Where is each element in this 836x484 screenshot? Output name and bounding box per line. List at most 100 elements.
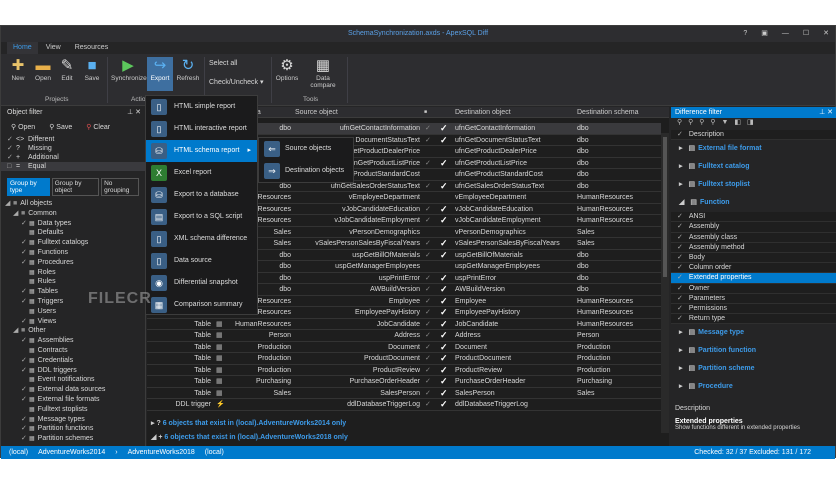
checkbox[interactable]: ✓ — [21, 336, 29, 346]
table-row[interactable]: DDL trigger ⚡ ddlDatabaseTriggerLog ✓ ✓ ddlDa… — [147, 399, 661, 411]
group-by-type-button[interactable]: Group by type — [7, 178, 50, 196]
checkbox[interactable]: ✓ — [21, 258, 29, 268]
menu-item-html-schema-report[interactable]: ⛁ HTML schema report ▸ — [146, 140, 257, 162]
menu-item-excel-report[interactable]: X Excel report — [146, 162, 257, 184]
row-diff-check[interactable]: ✓ — [425, 388, 431, 399]
checkbox[interactable]: ✓ — [677, 264, 683, 271]
tree-node[interactable]: ✓ ▦ Assemblies — [5, 336, 145, 346]
table-row[interactable]: Table ▦ Person Address ✓ ✓ Address Person — [147, 330, 661, 342]
menu-item-html-simple-report[interactable]: ▯ HTML simple report — [146, 96, 257, 118]
menu-item-export-to-a-database[interactable]: ⛁ Export to a database — [146, 184, 257, 206]
group-row-destination-only[interactable]: ◢ + 6 objects that exist in (local).Adve… — [151, 431, 348, 444]
filter-item[interactable]: ✓ Extended properties — [671, 273, 836, 284]
checkbox[interactable]: ✓ — [7, 135, 16, 144]
filter-group[interactable]: ◢ ▤ Function — [671, 194, 836, 212]
filter-group[interactable]: ▸ ▤ Fulltext catalog — [671, 158, 836, 176]
col-check[interactable]: ■ — [424, 107, 427, 118]
tree-node[interactable]: ▦ Fulltext stoplists — [5, 405, 145, 415]
filter-save-button[interactable]: ⚲ Save — [49, 123, 72, 131]
row-sync-checkbox[interactable]: ✓ — [440, 250, 448, 261]
row-sync-checkbox[interactable]: ✓ — [440, 353, 448, 364]
tab-view[interactable]: View — [40, 42, 67, 54]
tree-node[interactable]: ✓ ▦ DDL triggers — [5, 366, 145, 376]
refresh-button[interactable]: ↻ Refresh — [175, 57, 201, 82]
export-button[interactable]: ↪ Export — [147, 57, 173, 91]
row-diff-check[interactable]: ✓ — [425, 238, 431, 249]
tree-node[interactable]: ✓ ▦ Partition schemes — [5, 434, 145, 444]
table-row[interactable]: Table ▦ Purchasing PurchaseOrderHeader ✓ ✓ Pur… — [147, 376, 661, 388]
synchronize-button[interactable]: ▶ Synchronize — [111, 57, 147, 82]
no-grouping-button[interactable]: No grouping — [101, 178, 139, 196]
tab-resources[interactable]: Resources — [69, 42, 114, 54]
row-sync-checkbox[interactable]: ✓ — [440, 238, 448, 249]
close-button[interactable]: ✕ — [823, 26, 829, 42]
filter-item[interactable]: ✓ ANSI — [671, 212, 836, 223]
filter-item[interactable]: ✓ Body — [671, 252, 836, 264]
checkbox[interactable]: ✓ — [677, 295, 683, 302]
filter-group[interactable]: ▸ ▤ Procedure — [671, 378, 836, 396]
layout-button[interactable]: ▣ — [761, 26, 768, 42]
checkbox[interactable]: ✓ — [21, 424, 29, 434]
checkbox[interactable]: ✓ — [21, 297, 29, 307]
pin-close-icons[interactable]: ⊥ ✕ — [819, 107, 833, 118]
checkbox[interactable]: ✓ — [677, 131, 683, 138]
filter-group[interactable]: ▸ ▤ Partition function — [671, 342, 836, 360]
tree-node[interactable]: ✓ ▦ External data sources — [5, 385, 145, 395]
tree-node[interactable]: ▦ Defaults — [5, 228, 145, 238]
row-diff-check[interactable]: ✓ — [425, 365, 431, 376]
checkbox[interactable]: ✓ — [21, 248, 29, 258]
checkbox[interactable]: ✓ — [21, 238, 29, 248]
row-diff-check[interactable]: ✓ — [425, 158, 431, 169]
row-sync-checkbox[interactable]: ✓ — [440, 123, 448, 134]
grid-scrollbar[interactable] — [661, 133, 669, 433]
row-sync-checkbox[interactable]: ✓ — [440, 135, 448, 146]
expand-icon[interactable]: ▸ — [679, 181, 683, 188]
tree-node[interactable]: ✓ ▦ Views — [5, 317, 145, 327]
group-by-object-button[interactable]: Group by object — [51, 178, 100, 196]
save-button[interactable]: ■ Save — [79, 57, 105, 82]
checkbox[interactable]: ✓ — [677, 274, 683, 281]
checkbox[interactable]: ✓ — [21, 395, 29, 405]
filter-open-button[interactable]: ⚲ Open — [11, 123, 35, 131]
table-row[interactable]: Table ▦ HumanResources JobCandidate ✓ ✓ JobCan… — [147, 319, 661, 330]
row-sync-checkbox[interactable]: ✓ — [440, 388, 448, 399]
filter-item[interactable]: ✓ Column order — [671, 263, 836, 274]
filter-item[interactable]: ✓ Return type — [671, 314, 836, 325]
expand-icon[interactable]: ▸ — [679, 347, 683, 354]
checkbox[interactable]: ✓ — [677, 223, 683, 230]
checkbox[interactable]: ✓ — [677, 305, 683, 312]
tree-node[interactable]: ▦ Event notifications — [5, 375, 145, 385]
menu-item-differential-snapshot[interactable]: ◉ Differential snapshot — [146, 272, 257, 294]
expand-icon[interactable]: ▸ — [679, 383, 683, 390]
tree-node[interactable]: ▦ Users — [5, 307, 145, 317]
checkbox[interactable]: ✓ — [21, 356, 29, 366]
col-destination-schema[interactable]: Destination schema — [577, 107, 638, 118]
checkbox[interactable]: ✓ — [21, 385, 29, 395]
filter-item[interactable]: ✓ Assembly — [671, 222, 836, 233]
status-filter-item[interactable]: □ = Equal — [1, 162, 145, 171]
tree-node[interactable]: ✓ ▦ External file formats — [5, 395, 145, 405]
row-diff-check[interactable]: ✓ — [425, 307, 431, 318]
checkbox[interactable]: ✓ — [21, 317, 29, 327]
menu-item-html-interactive-report[interactable]: ▯ HTML interactive report — [146, 118, 257, 140]
filter-group[interactable]: ▸ ▤ Fulltext stoplist — [671, 176, 836, 194]
minimize-button[interactable]: — — [782, 26, 789, 42]
data-compare-button[interactable]: ▦ Data compare — [303, 57, 343, 89]
tree-node[interactable]: ✓ ▦ Functions — [5, 248, 145, 258]
expand-icon[interactable]: ◢ — [5, 199, 13, 209]
tree-node[interactable]: ◢ ■ Common — [5, 209, 145, 219]
menu-item-xml-schema-difference[interactable]: ▯ XML schema difference — [146, 228, 257, 250]
status-filter-item[interactable]: ✓ <> Different — [1, 135, 145, 144]
row-sync-checkbox[interactable]: ✓ — [440, 399, 448, 410]
options-button[interactable]: ⚙ Options — [274, 57, 300, 82]
tree-node[interactable]: ▦ Contracts — [5, 346, 145, 356]
row-sync-checkbox[interactable]: ✓ — [440, 365, 448, 376]
select-all-button[interactable]: Select all — [209, 60, 237, 67]
status-filter-item[interactable]: ✓? Missing — [1, 144, 145, 153]
row-diff-check[interactable]: ✓ — [425, 353, 431, 364]
row-diff-check[interactable]: ✓ — [425, 319, 431, 330]
row-sync-checkbox[interactable]: ✓ — [440, 158, 448, 169]
row-sync-checkbox[interactable]: ✓ — [440, 273, 448, 284]
maximize-button[interactable]: ☐ — [803, 26, 809, 42]
row-diff-check[interactable]: ✓ — [425, 284, 431, 295]
